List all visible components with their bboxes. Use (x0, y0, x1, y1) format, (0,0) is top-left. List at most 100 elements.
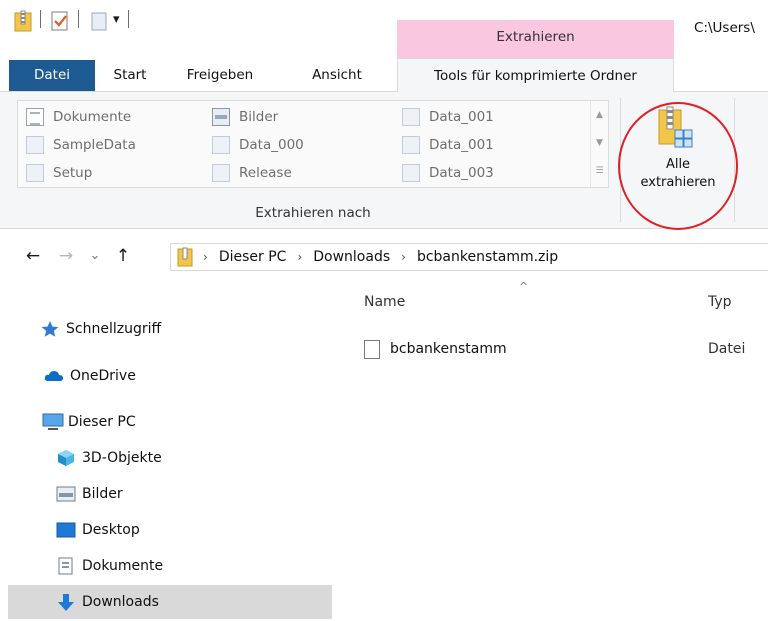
navigation-pane: Schnellzugriff OneDrive Dieser PC 3D-Obj… (0, 280, 332, 621)
new-folder-icon[interactable] (90, 10, 112, 36)
gallery-item-label: Data_001 (429, 137, 494, 153)
gallery-item-data-001[interactable]: Data_001 (402, 105, 494, 129)
nav-item-label: Desktop (82, 522, 140, 538)
breadcrumb-separator-icon[interactable]: › (401, 250, 406, 264)
gallery-item-label: Data_001 (429, 109, 494, 125)
tab-share[interactable]: Freigeben (183, 58, 257, 92)
forward-arrow-icon[interactable]: → (55, 244, 77, 268)
pictures-icon (212, 108, 230, 126)
gallery-scrollbar[interactable]: ▲ ▼ ☰ (590, 101, 608, 187)
gallery-item-label: Dokumente (53, 109, 132, 125)
computer-icon (42, 413, 64, 431)
gallery-item-sampledata[interactable]: SampleData (26, 133, 136, 157)
file-icon (402, 108, 420, 126)
list-item[interactable]: bcbankenstamm Datei (364, 337, 768, 361)
tab-view[interactable]: Ansicht (301, 58, 373, 92)
breadcrumb-this-pc[interactable]: Dieser PC (219, 249, 287, 265)
gallery-item-label: Data_000 (239, 137, 304, 153)
file-icon (402, 164, 420, 182)
breadcrumb[interactable]: › Dieser PC › Downloads › bcbankenstamm.… (170, 243, 768, 271)
ribbon-tab-row: Datei Start Freigeben Ansicht Tools für … (0, 58, 768, 93)
address-bar: ← → ⌄ ↑ › Dieser PC › Downloads › bcbank… (0, 234, 768, 280)
desktop-icon (56, 521, 76, 539)
nav-item-label: OneDrive (70, 368, 136, 384)
gallery-item-documents[interactable]: Dokumente (26, 105, 131, 129)
extract-all-label-line2: extrahieren (640, 175, 716, 190)
file-icon (212, 136, 230, 154)
scroll-down-icon[interactable]: ▼ (591, 129, 608, 157)
nav-item-pictures[interactable]: Bilder (0, 477, 332, 511)
customize-dropdown-icon[interactable]: ▾ (113, 12, 120, 27)
extract-to-gallery: Dokumente SampleData Setup Bilder Data_0… (17, 100, 609, 188)
window-title-path: C:\Users\ (694, 20, 755, 36)
cloud-icon (44, 367, 64, 385)
ribbon-panel: Dokumente SampleData Setup Bilder Data_0… (0, 92, 768, 229)
nav-item-label: 3D-Objekte (82, 450, 162, 466)
nav-item-label: Bilder (82, 486, 123, 502)
file-icon (402, 136, 420, 154)
column-header-name[interactable]: Name (364, 294, 405, 310)
ribbon-group-label: Extrahieren nach (255, 205, 371, 221)
gallery-item-label: Setup (53, 165, 93, 181)
breadcrumb-zip-file[interactable]: bcbankenstamm.zip (417, 249, 558, 265)
gallery-item-data-000[interactable]: Data_000 (212, 133, 304, 157)
zip-folder-icon[interactable] (14, 10, 32, 36)
nav-item-desktop[interactable]: Desktop (0, 513, 332, 547)
breadcrumb-separator-icon[interactable]: › (297, 250, 302, 264)
gallery-more-icon[interactable]: ☰ (591, 157, 608, 185)
zip-folder-icon (177, 247, 193, 267)
column-header-type[interactable]: Typ (708, 294, 732, 310)
file-icon (212, 164, 230, 182)
nav-item-label: Downloads (82, 594, 159, 610)
toolbar-separator (40, 10, 41, 28)
extract-all-label: Alle extrahieren (628, 156, 728, 192)
nav-item-3d-objects[interactable]: 3D-Objekte (0, 441, 332, 475)
extract-all-icon (658, 106, 694, 152)
ribbon-separator (734, 98, 735, 222)
gallery-item-data-003[interactable]: Data_003 (402, 161, 494, 185)
nav-item-downloads[interactable]: Downloads (8, 585, 332, 619)
tab-file[interactable]: Datei (9, 60, 95, 91)
nav-item-onedrive[interactable]: OneDrive (0, 359, 332, 393)
toolbar-separator (78, 10, 79, 28)
context-tab-title: Extrahieren (496, 29, 575, 45)
nav-item-quick-access[interactable]: Schnellzugriff (0, 312, 332, 346)
title-bar: ▾ Extrahieren C:\Users\ (0, 0, 768, 58)
gallery-item-label: Data_003 (429, 165, 494, 181)
download-arrow-icon (56, 593, 76, 611)
breadcrumb-separator-icon[interactable]: › (203, 250, 208, 264)
extract-all-button[interactable]: Alle extrahieren (628, 100, 728, 210)
nav-item-this-pc[interactable]: Dieser PC (0, 405, 332, 439)
ribbon-separator (620, 98, 621, 222)
nav-item-label: Dieser PC (68, 414, 136, 430)
file-icon (26, 164, 44, 182)
gallery-item-data-001[interactable]: Data_001 (402, 133, 494, 157)
sort-ascending-icon: ^ (519, 280, 529, 293)
tab-compressed-folder-tools[interactable]: Tools für komprimierte Ordner (397, 58, 674, 93)
cube-3d-icon (56, 449, 76, 467)
properties-check-icon[interactable] (50, 10, 70, 36)
nav-item-label: Dokumente (82, 558, 164, 574)
file-list: ^ Name Typ bcbankenstamm Datei (332, 280, 768, 621)
gallery-item-pictures[interactable]: Bilder (212, 105, 278, 129)
file-icon (364, 339, 380, 359)
back-arrow-icon[interactable]: ← (22, 244, 44, 268)
recent-locations-icon[interactable]: ⌄ (84, 244, 106, 268)
extract-all-label-line1: Alle (665, 157, 691, 172)
tab-start[interactable]: Start (103, 58, 157, 92)
scroll-up-icon[interactable]: ▲ (591, 101, 608, 129)
gallery-item-label: Release (239, 165, 292, 181)
gallery-item-release[interactable]: Release (212, 161, 292, 185)
gallery-item-label: SampleData (53, 137, 136, 153)
pictures-icon (56, 485, 76, 503)
breadcrumb-downloads[interactable]: Downloads (313, 249, 390, 265)
nav-item-documents[interactable]: Dokumente (0, 549, 332, 583)
up-arrow-icon[interactable]: ↑ (112, 244, 134, 268)
toolbar-separator (128, 10, 129, 28)
star-icon (40, 320, 60, 338)
file-name: bcbankenstamm (390, 341, 507, 357)
gallery-item-setup[interactable]: Setup (26, 161, 92, 185)
documents-icon (56, 557, 76, 575)
context-tab-header: Extrahieren (397, 20, 674, 58)
documents-icon (26, 108, 44, 126)
